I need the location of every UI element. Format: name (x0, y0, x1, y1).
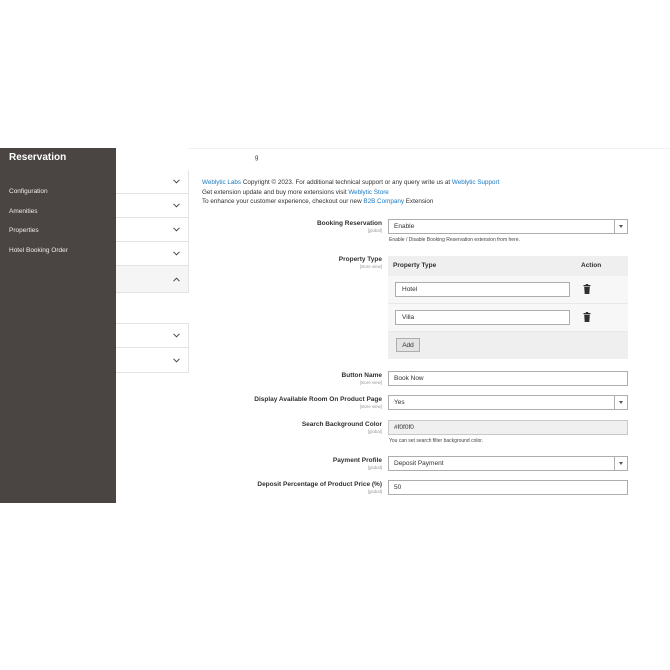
search-bg-note: You can set search filter background col… (389, 438, 484, 444)
config-tab-4[interactable] (116, 242, 189, 266)
config-tab-3[interactable] (116, 218, 189, 242)
search-bg-label: Search Background Color (301, 421, 382, 428)
info-text: Get extension update and buy more extens… (202, 188, 349, 196)
property-type-scope: [store view] (359, 264, 382, 269)
button-name-label: Button Name (341, 372, 382, 379)
select-value: Yes (394, 399, 405, 406)
chevron-up-icon (172, 275, 180, 283)
flyout-item-properties[interactable]: Properties (9, 227, 39, 234)
flyout-item-amenities[interactable]: Amenities (9, 208, 38, 215)
chevron-down-icon (172, 202, 180, 210)
dropdown-arrow-icon (614, 396, 627, 409)
column-header-property-type: Property Type (393, 262, 437, 269)
property-type-input[interactable]: Villa (395, 310, 570, 325)
config-tab-6[interactable] (116, 348, 189, 373)
display-available-label: Display Available Room On Product Page (254, 396, 382, 403)
chevron-down-icon (172, 178, 180, 186)
config-tab-active[interactable] (116, 266, 189, 293)
search-bg-input[interactable]: #f0f0f0 (388, 420, 628, 435)
chevron-down-icon (172, 332, 180, 340)
payment-profile-select[interactable]: Deposit Payment (388, 456, 628, 471)
deposit-percentage-scope: [global] (367, 489, 382, 494)
section-heading-fragment: g (255, 155, 259, 161)
weblytic-store-link[interactable]: Weblytic Store (348, 189, 388, 196)
info-line-1: Weblytic Labs Copyright © 2023. For addi… (202, 178, 499, 188)
config-tab-1[interactable] (116, 170, 189, 194)
info-line-2: Get extension update and buy more extens… (202, 188, 499, 198)
flyout-title: Reservation (9, 152, 67, 163)
trash-icon[interactable] (583, 284, 591, 294)
flyout-item-configuration[interactable]: Configuration (9, 188, 48, 195)
booking-reservation-label: Booking Reservation (316, 220, 382, 227)
info-text: Extension (403, 198, 434, 206)
extension-info: Weblytic Labs Copyright © 2023. For addi… (202, 178, 499, 207)
weblytic-labs-link[interactable]: Weblytic Labs (202, 179, 241, 186)
flyout-item-hotel-booking-order[interactable]: Hotel Booking Order (9, 247, 68, 254)
top-divider (189, 148, 670, 149)
table-row: Hotel (388, 276, 628, 304)
chevron-down-icon (172, 250, 180, 258)
button-name-scope: [store view] (359, 380, 382, 385)
booking-reservation-note: Enable / Disable Booking Reservation ext… (389, 237, 520, 243)
table-row: Villa (388, 304, 628, 332)
admin-flyout-menu: Reservation Configuration Amenities Prop… (0, 148, 116, 503)
search-bg-scope: [global] (367, 429, 382, 434)
deposit-percentage-input[interactable]: 50 (388, 480, 628, 495)
display-available-select[interactable]: Yes (388, 395, 628, 410)
dropdown-arrow-icon (614, 220, 627, 233)
trash-icon[interactable] (583, 312, 591, 322)
display-available-scope: [store view] (359, 404, 382, 409)
property-type-input[interactable]: Hotel (395, 282, 570, 297)
config-tab-2[interactable] (116, 194, 189, 218)
select-value: Deposit Payment (394, 460, 444, 467)
weblytic-support-link[interactable]: Weblytic Support (452, 179, 499, 186)
button-name-input[interactable]: Book Now (388, 371, 628, 386)
info-text: To enhance your customer experience, che… (202, 198, 364, 206)
table-header: Property Type Action (388, 256, 628, 276)
booking-reservation-scope: [global] (367, 228, 382, 233)
info-line-3: To enhance your customer experience, che… (202, 197, 499, 207)
select-value: Enable (394, 223, 415, 230)
payment-profile-scope: [global] (367, 465, 382, 470)
b2b-company-link[interactable]: B2B Company (363, 198, 404, 205)
booking-reservation-select[interactable]: Enable (388, 219, 628, 234)
add-property-type-button[interactable]: Add (396, 338, 420, 352)
payment-profile-label: Payment Profile (332, 457, 382, 464)
property-type-label: Property Type (338, 256, 382, 263)
chevron-down-icon (172, 226, 180, 234)
config-tab-5[interactable] (116, 323, 189, 348)
deposit-percentage-label: Deposit Percentage of Product Price (%) (257, 481, 382, 488)
chevron-down-icon (172, 356, 180, 364)
dropdown-arrow-icon (614, 457, 627, 470)
property-type-table: Property Type Action Hotel Villa Add (388, 256, 628, 359)
info-text: Copyright © 2023. For additional technic… (241, 179, 452, 186)
column-header-action: Action (581, 262, 602, 269)
